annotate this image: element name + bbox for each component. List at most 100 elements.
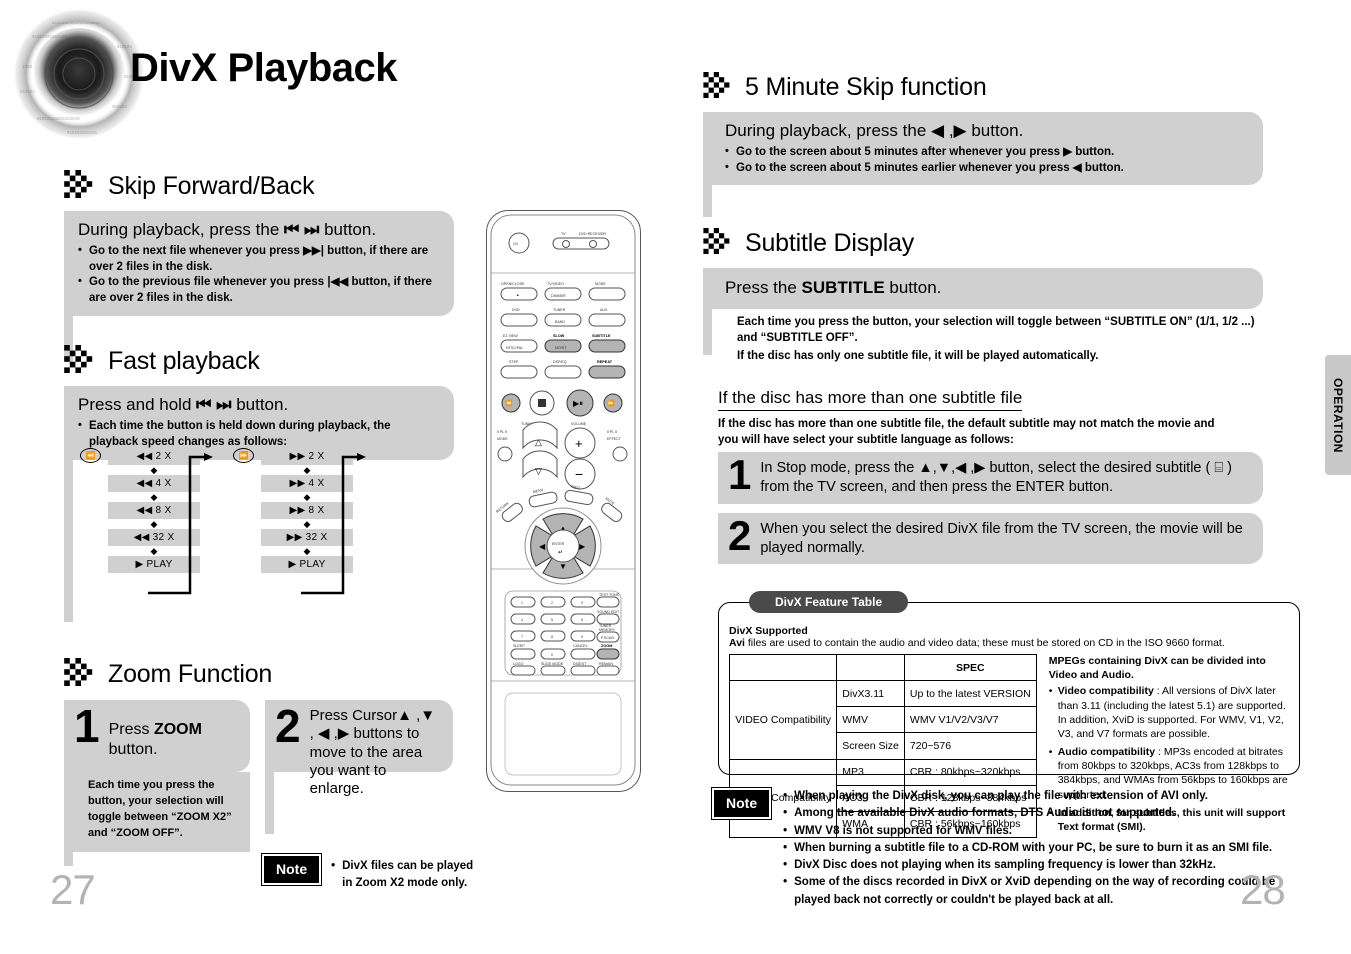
svg-text:DSP/EQ: DSP/EQ xyxy=(553,360,567,364)
bullet-item: If the disc has only one subtitle file, … xyxy=(737,349,1099,362)
page-title: DivX Playback xyxy=(130,46,398,90)
callout-skip-forward-back: During playback, press the ⏮ ⏭ button. G… xyxy=(64,211,454,317)
checkered-arrow-icon xyxy=(703,228,735,259)
row-name: MP3 xyxy=(836,758,905,786)
note-item: Among the available DivX audio formats, … xyxy=(783,805,1293,823)
step-text-a: Press xyxy=(108,721,154,738)
svg-text:7: 7 xyxy=(521,635,523,639)
subtitle-subheading: If the disc has more than one subtitle f… xyxy=(718,388,1023,411)
header-cell-spec: SPEC xyxy=(903,653,1037,682)
svg-text:010101010101: 010101010101 xyxy=(67,132,98,136)
svg-text:MO/ST: MO/ST xyxy=(555,346,567,350)
svg-text:010101: 010101 xyxy=(20,91,36,95)
svg-text:DIGEST: DIGEST xyxy=(573,662,587,666)
bottom-note-list: When playing the DivX disk, you can play… xyxy=(783,788,1293,909)
subtitle-bullets: Each time you press the button, your sel… xyxy=(712,309,1256,365)
row-name: DivX3.11 xyxy=(836,680,905,708)
step-text-bold: ZOOM xyxy=(153,721,202,738)
svg-text:TV/VIDEO: TV/VIDEO xyxy=(547,282,564,286)
callout-lead: Press and hold ⏮ ⏭ button. xyxy=(78,394,440,416)
callout-bullets: Go to the next file whenever you press ▶… xyxy=(78,243,440,306)
feature-note-bold: Audio compatibility xyxy=(1057,746,1156,759)
side-tab-operation: OPERATION xyxy=(1325,355,1351,475)
supported-rest: files are used to contain the audio and … xyxy=(744,637,1225,649)
feature-note-item: Video compatibility : All versions of Di… xyxy=(1049,684,1289,741)
checkered-arrow-icon xyxy=(64,170,98,203)
svg-text:↵: ↵ xyxy=(558,550,563,556)
callout-lead: During playback, press the ⏮ ⏭ button. xyxy=(78,219,440,241)
svg-text:DVD RECEIVER: DVD RECEIVER xyxy=(579,232,606,236)
side-tab-label: OPERATION xyxy=(1331,377,1345,453)
lead-suffix: button. xyxy=(324,220,377,239)
svg-text:AUX: AUX xyxy=(600,308,608,312)
row-spec: Up to the latest VERSION xyxy=(903,680,1037,708)
section-heading-5-minute-skip: 5 Minute Skip function xyxy=(703,72,1263,103)
row-name: WMV xyxy=(836,706,905,734)
checkered-arrow-icon xyxy=(703,72,735,103)
section-title: Skip Forward/Back xyxy=(108,172,315,200)
lead-c: button. xyxy=(884,278,942,297)
bullet-item: Go to the next file whenever you press ▶… xyxy=(78,243,440,275)
step-text: In Stop mode, press the ▲,▼,◀ ,▶ button,… xyxy=(760,460,1232,495)
lead-suffix: button. xyxy=(236,395,289,414)
note-item: WMV V8 is not supported for WMV files. xyxy=(783,823,1293,841)
svg-text:REPEAT: REPEAT xyxy=(597,360,613,364)
svg-text:▼: ▼ xyxy=(559,562,567,571)
speed-step: ▶ PLAY xyxy=(261,556,353,573)
svg-text:ENTER: ENTER xyxy=(552,542,565,546)
svg-text:EZ VIEW: EZ VIEW xyxy=(503,334,518,338)
svg-text:REMAIN: REMAIN xyxy=(599,662,613,666)
svg-text:◀: ◀ xyxy=(539,542,546,551)
callout-lead: Press the SUBTITLE button. xyxy=(725,277,1249,299)
svg-text:STEP: STEP xyxy=(509,360,519,364)
page-number-left: 27 xyxy=(50,866,96,913)
callout-5-minute-skip: During playback, press the ◀ ,▶ button. … xyxy=(703,112,1263,186)
svg-text:−: − xyxy=(575,466,583,482)
manual-page-spread: 01010101010101 0101010101010101010 1010 … xyxy=(0,0,1351,954)
section-heading-subtitle-display: Subtitle Display xyxy=(703,228,1263,259)
speed-step: ▶▶ 32 X xyxy=(261,529,353,546)
step-text: Press Cursor▲ ,▼ , ◀ ,▶ buttons to move … xyxy=(309,707,436,798)
lead-bold: SUBTITLE xyxy=(801,278,885,297)
svg-text:TEST TONE: TEST TONE xyxy=(599,593,620,597)
skip-button-icons: ⏮ ⏭ xyxy=(196,395,232,414)
speed-step: ◀◀ 2 X xyxy=(108,448,200,465)
lead-prefix: Press and hold xyxy=(78,395,192,414)
group-video-compatibility: VIDEO Compatibility xyxy=(728,680,838,760)
svg-text:△: △ xyxy=(535,437,542,447)
subtitle-step-2: 2 When you select the desired DivX file … xyxy=(718,512,1263,565)
checkered-arrow-icon xyxy=(64,658,98,691)
zoom-bullet: Each time you press the button, your sel… xyxy=(88,779,232,839)
section-title: Fast playback xyxy=(108,347,260,375)
feature-note-bold: Video compatibility xyxy=(1057,685,1154,698)
svg-text:⏩: ⏩ xyxy=(607,399,615,407)
subtitle-step-1: 1 In Stop mode, press the ▲,▼,◀ ,▶ butto… xyxy=(718,452,1263,504)
divx-disc-logo: 01010101010101 0101010101010101010 1010 … xyxy=(12,8,147,143)
svg-text:NTSC/PAL: NTSC/PAL xyxy=(506,346,523,350)
svg-text:▶⏸: ▶⏸ xyxy=(573,399,583,408)
speed-step: ◀◀ 8 X xyxy=(108,502,200,519)
lead-prefix: During playback, press the xyxy=(78,220,280,239)
svg-text:SOUND EDIT: SOUND EDIT xyxy=(597,610,620,614)
svg-text:SLOW: SLOW xyxy=(553,334,565,338)
callout-tail xyxy=(64,851,73,866)
svg-text:⏻/I: ⏻/I xyxy=(513,242,518,246)
section-title: Subtitle Display xyxy=(745,229,915,257)
speed-step: ◀◀ 4 X xyxy=(108,475,200,492)
svg-text:SLEEP: SLEEP xyxy=(513,644,525,648)
feature-table-tab-label: DivX Feature Table xyxy=(749,591,909,613)
section-heading-skip-forward-back: Skip Forward/Back xyxy=(64,170,454,203)
header-cell-blank2 xyxy=(836,653,905,682)
remote-control-illustration: ⏻/I TV DVD RECEIVER OPEN/CLOSE TV/VIDEO … xyxy=(486,210,641,792)
svg-text:MEMORY: MEMORY xyxy=(599,628,616,632)
step-text-c: button. xyxy=(108,740,158,758)
divx-supported-title: DivX Supported xyxy=(729,625,808,637)
lead-prefix: During playback, press the xyxy=(725,121,927,140)
callout-bullets: Each time the button is held down during… xyxy=(78,418,440,450)
svg-text:1010: 1010 xyxy=(22,66,33,70)
row-name: Screen Size xyxy=(836,732,905,760)
divx-feature-table-panel: DivX Feature Table DivX Supported Avi fi… xyxy=(718,591,1300,839)
supported-bold: Avi xyxy=(729,637,745,649)
callout-tail xyxy=(64,460,73,623)
zoom-step-2: 2 Press Cursor▲ ,▼ , ◀ ,▶ buttons to mov… xyxy=(265,700,453,797)
